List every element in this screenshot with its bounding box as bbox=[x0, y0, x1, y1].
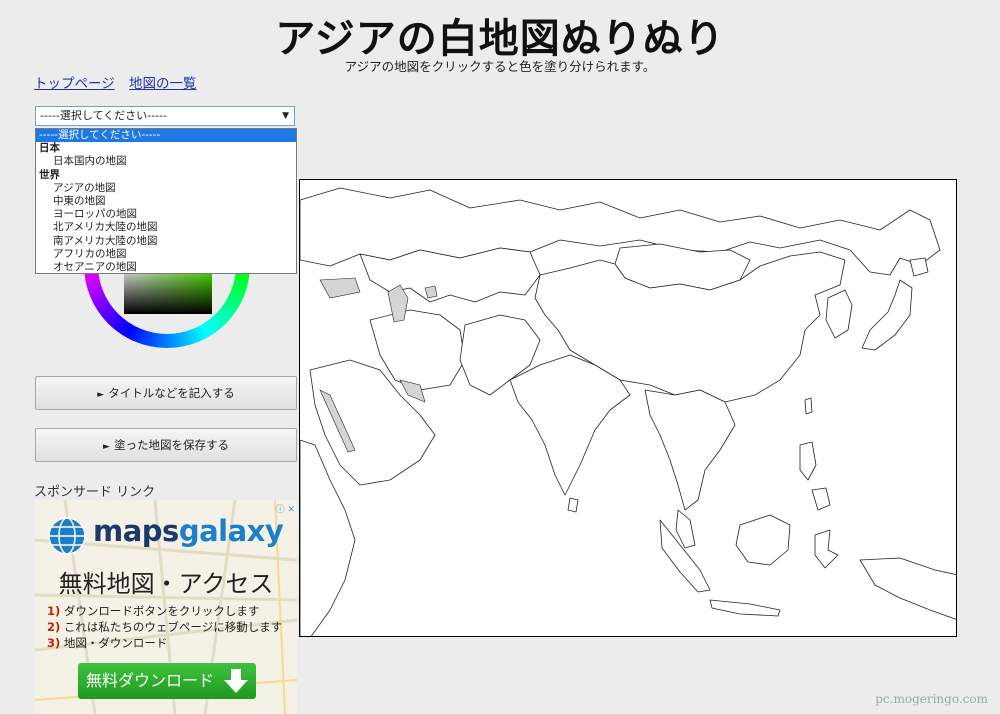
ad-step-number: 2) bbox=[47, 620, 61, 634]
ad-download-button[interactable]: 無料ダウンロード bbox=[78, 663, 256, 699]
dropdown-option-north-america-map[interactable]: 北アメリカ大陸の地図 bbox=[36, 221, 296, 234]
ad-step: 1) ダウンロードボタンをクリックします bbox=[47, 603, 282, 619]
dropdown-option-oceania-map[interactable]: オセアニアの地図 bbox=[36, 261, 296, 274]
arrow-right-icon: ► bbox=[103, 442, 110, 452]
globe-icon bbox=[48, 517, 86, 555]
dropdown-option-south-america-map[interactable]: 南アメリカ大陸の地図 bbox=[36, 235, 296, 248]
map-select[interactable]: -----選択してください----- ▼ bbox=[35, 106, 295, 126]
ad-step-text: ダウンロードボタンをクリックします bbox=[63, 604, 260, 618]
dropdown-option-africa-map[interactable]: アフリカの地図 bbox=[36, 248, 296, 261]
dropdown-option-japan-map[interactable]: 日本国内の地図 bbox=[36, 155, 296, 168]
save-map-label: 塗った地図を保存する bbox=[113, 438, 229, 452]
ad-step: 2) これは私たちのウェブページに移動します bbox=[47, 619, 282, 635]
save-map-button[interactable]: ► 塗った地図を保存する bbox=[35, 428, 297, 462]
dropdown-option-middle-east-map[interactable]: 中東の地図 bbox=[36, 195, 296, 208]
ad-step-text: 地図・ダウンロード bbox=[63, 636, 168, 650]
ad-step: 3) 地図・ダウンロード bbox=[47, 635, 282, 651]
map-select-dropdown: -----選択してください----- 日本 日本国内の地図 世界 アジアの地図 … bbox=[35, 128, 297, 274]
ad-brand: mapsgalaxy bbox=[93, 514, 284, 548]
download-arrow-icon bbox=[224, 669, 248, 693]
ad-brand-part1: maps bbox=[93, 514, 179, 548]
ad-download-label: 無料ダウンロード bbox=[86, 671, 215, 690]
arrow-right-icon: ► bbox=[97, 390, 105, 400]
top-page-link[interactable]: トップページ bbox=[34, 76, 115, 92]
map-region-sri-lanka[interactable] bbox=[567, 497, 579, 513]
nav-links: トップページ 地図の一覧 bbox=[34, 72, 207, 92]
ad-step-number: 1) bbox=[47, 604, 61, 618]
asia-map-canvas[interactable] bbox=[299, 179, 957, 637]
watermark: pc.mogeringo.com bbox=[875, 692, 988, 706]
dropdown-option-placeholder[interactable]: -----選択してください----- bbox=[36, 129, 296, 143]
ad-step-text: これは私たちのウェブページに移動します bbox=[63, 620, 283, 634]
map-select-value: -----選択してください----- bbox=[40, 109, 168, 122]
ad-step-number: 3) bbox=[47, 636, 61, 650]
add-title-button[interactable]: ► タイトルなどを記入する bbox=[35, 376, 297, 410]
ad-brand-part2: galaxy bbox=[178, 514, 284, 548]
dropdown-option-asia-map[interactable]: アジアの地図 bbox=[36, 182, 296, 195]
dropdown-group-world: 世界 bbox=[39, 168, 60, 181]
ad-headline: 無料地図・アクセス bbox=[58, 570, 274, 598]
ad-banner[interactable]: ⓘ ✕ mapsgalaxy 無料地図・アクセス 1) ダウンロードボタンをクリ… bbox=[35, 500, 297, 714]
add-title-label: タイトルなどを記入する bbox=[108, 386, 235, 400]
chevron-down-icon: ▼ bbox=[282, 111, 289, 121]
ad-steps: 1) ダウンロードボタンをクリックします 2) これは私たちのウェブページに移動… bbox=[47, 603, 282, 651]
dropdown-option-europe-map[interactable]: ヨーロッパの地図 bbox=[36, 208, 296, 221]
sponsor-label: スポンサード リンク bbox=[34, 485, 156, 500]
map-list-link[interactable]: 地図の一覧 bbox=[129, 76, 197, 92]
asia-map[interactable] bbox=[300, 180, 957, 637]
dropdown-group-japan: 日本 bbox=[39, 142, 60, 155]
map-region-taiwan[interactable] bbox=[804, 397, 813, 415]
